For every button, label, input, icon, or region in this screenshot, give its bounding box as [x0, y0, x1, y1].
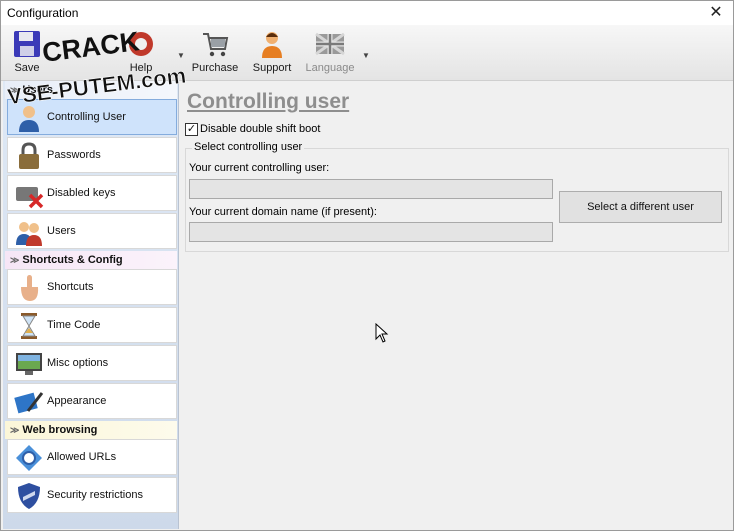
support-button[interactable]: Support — [251, 27, 293, 77]
close-button[interactable]: ✕ — [699, 1, 733, 25]
select-different-user-button[interactable]: Select a different user — [559, 191, 722, 223]
shopping-cart-icon — [203, 33, 229, 57]
save-label: Save — [14, 62, 40, 74]
sidebar-item-label: Allowed URLs — [47, 451, 117, 463]
users-icon — [16, 222, 42, 246]
sidebar-item-allowed-urls[interactable]: Allowed URLs — [7, 439, 177, 475]
sidebar-item-label: Appearance — [47, 395, 107, 407]
sidebar-item-security-restrictions[interactable]: Security restrictions — [7, 477, 177, 513]
group-box-title: Select controlling user — [192, 141, 305, 153]
sidebar-item-appearance[interactable]: Appearance — [7, 383, 177, 419]
collapse-chevron-icon: ≫ — [10, 255, 20, 265]
purchase-button[interactable]: Purchase — [191, 27, 239, 77]
help-dropdown-icon[interactable]: ▼ — [177, 51, 185, 60]
disable-shift-boot-label[interactable]: Disable double shift boot — [200, 123, 320, 135]
sidebar-item-time-code[interactable]: Time Code — [7, 307, 177, 343]
uk-flag-icon — [315, 32, 345, 56]
language-button[interactable]: Language — [303, 27, 357, 77]
current-user-label: Your current controlling user: — [189, 162, 330, 174]
configuration-window: Configuration ✕ Save Help ▼ Purchase Sup… — [0, 0, 734, 531]
sidebar-item-misc-options[interactable]: Misc options — [7, 345, 177, 381]
group-title: Users — [22, 84, 53, 96]
floppy-disk-icon — [14, 31, 40, 57]
group-title: Web browsing — [22, 424, 98, 436]
globe-icon — [16, 445, 42, 471]
help-icon — [129, 32, 153, 56]
mouse-pointer-icon — [375, 323, 389, 343]
toolbar: Save Help ▼ Purchase Support Language ▼ — [1, 25, 733, 81]
domain-name-label: Your current domain name (if present): — [189, 206, 377, 218]
group-title: Shortcuts & Config — [22, 254, 123, 266]
current-user-field[interactable] — [189, 179, 553, 199]
window-title: Configuration — [7, 6, 79, 20]
monitor-icon — [16, 353, 42, 375]
title-bar: Configuration ✕ — [1, 1, 733, 25]
language-label: Language — [305, 62, 355, 74]
page-title: Controlling user — [187, 90, 350, 113]
collapse-chevron-icon: ≫ — [10, 85, 20, 95]
sidebar-item-label: Shortcuts — [47, 281, 94, 293]
sidebar-item-disabled-keys[interactable]: Disabled keys — [7, 175, 177, 211]
support-label: Support — [252, 62, 292, 74]
sidebar-item-label: Disabled keys — [47, 187, 116, 199]
hand-icon — [21, 275, 39, 301]
group-header-web-browsing[interactable]: ≫ Web browsing — [5, 421, 177, 439]
sidebar: ≫ Users Controlling User Passwords Disabl… — [3, 81, 179, 529]
sidebar-item-controlling-user[interactable]: Controlling User — [7, 99, 177, 135]
sidebar-item-users[interactable]: Users — [7, 213, 177, 249]
shield-icon — [18, 483, 40, 509]
lock-icon — [19, 142, 39, 169]
support-person-icon — [262, 32, 282, 58]
sidebar-item-label: Passwords — [47, 149, 101, 161]
pen-icon — [14, 392, 44, 414]
collapse-chevron-icon: ≫ — [10, 425, 20, 435]
sidebar-item-label: Security restrictions — [47, 489, 143, 501]
save-button[interactable]: Save — [7, 27, 47, 77]
group-header-shortcuts-config[interactable]: ≫ Shortcuts & Config — [5, 251, 177, 269]
sidebar-item-label: Misc options — [47, 357, 109, 369]
hourglass-icon — [21, 313, 37, 339]
group-header-users[interactable]: ≫ Users — [5, 81, 177, 99]
sidebar-item-label: Users — [47, 225, 76, 237]
domain-name-field[interactable] — [189, 222, 553, 242]
sidebar-item-shortcuts[interactable]: Shortcuts — [7, 269, 177, 305]
user-icon — [19, 106, 39, 132]
help-label: Help — [129, 62, 153, 74]
sidebar-item-label: Time Code — [47, 319, 101, 331]
keyboard-disabled-icon — [16, 187, 44, 209]
purchase-label: Purchase — [191, 62, 239, 74]
disable-shift-boot-checkbox[interactable]: ✓ — [185, 123, 198, 136]
sidebar-item-passwords[interactable]: Passwords — [7, 137, 177, 173]
sidebar-item-label: Controlling User — [47, 111, 126, 123]
help-button[interactable]: Help — [121, 27, 161, 77]
language-dropdown-icon[interactable]: ▼ — [362, 51, 370, 60]
